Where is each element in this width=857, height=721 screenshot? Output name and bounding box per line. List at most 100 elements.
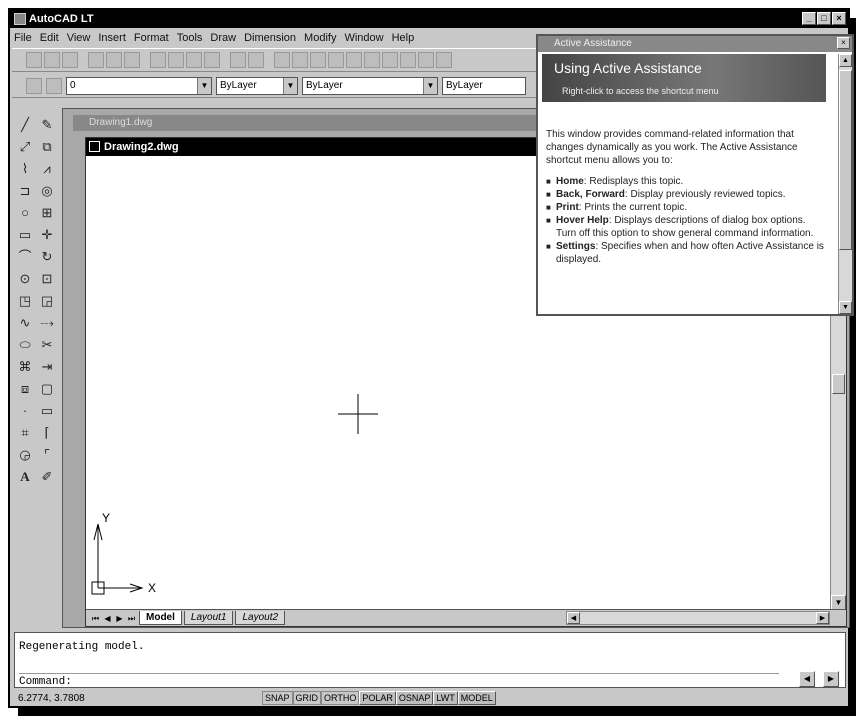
polyline-icon[interactable]: ⌇ <box>16 160 34 178</box>
copy-object-icon[interactable]: ⧉ <box>38 138 56 156</box>
object-snap-icon[interactable] <box>310 52 326 68</box>
menu-help[interactable]: Help <box>392 32 415 44</box>
erase-icon[interactable]: ✎ <box>38 116 56 134</box>
point-icon[interactable]: · <box>16 402 34 420</box>
close-icon[interactable]: × <box>837 37 850 49</box>
insert-block-icon[interactable]: ⌘ <box>16 358 34 376</box>
copy-icon[interactable] <box>168 52 184 68</box>
autocad-app-icon[interactable] <box>14 13 26 25</box>
maximize-button[interactable]: □ <box>817 12 831 25</box>
new-icon[interactable] <box>26 52 42 68</box>
hatch-icon[interactable]: ⌗ <box>16 424 34 442</box>
command-scroll-left-button[interactable]: ◀ <box>799 671 815 687</box>
color-dropdown[interactable]: ByLayer ▼ <box>216 76 298 95</box>
menu-view[interactable]: View <box>67 32 91 44</box>
extend-icon[interactable]: ⇥ <box>38 358 56 376</box>
chevron-down-icon[interactable]: ▼ <box>283 77 297 94</box>
scroll-thumb[interactable] <box>832 374 845 394</box>
prev-tab-icon[interactable]: ◀ <box>102 613 113 624</box>
chevron-down-icon[interactable]: ▼ <box>197 77 211 94</box>
close-button[interactable]: × <box>832 12 846 25</box>
spell-check-icon[interactable] <box>124 52 140 68</box>
menu-modify[interactable]: Modify <box>304 32 336 44</box>
break-icon[interactable]: ▢ <box>38 380 56 398</box>
grid-toggle[interactable]: GRID <box>292 691 322 705</box>
chevron-down-icon[interactable]: ▼ <box>423 77 437 94</box>
osnap-toggle[interactable]: OSNAP <box>395 691 434 705</box>
make-current-icon[interactable] <box>46 77 62 94</box>
next-tab-icon[interactable]: ▶ <box>114 613 125 624</box>
layer-dropdown[interactable]: 0 ▼ <box>66 76 212 95</box>
active-assistance-window[interactable]: Active Assistance × Using Active Assista… <box>536 34 854 316</box>
zoom-realtime-icon[interactable] <box>382 52 398 68</box>
osnap-settings-icon[interactable] <box>346 52 362 68</box>
scroll-up-button[interactable]: ▲ <box>839 54 852 67</box>
donut-icon[interactable]: ⊙ <box>16 270 34 288</box>
assist-titlebar[interactable]: Active Assistance × <box>538 36 852 52</box>
command-scroll-right-button[interactable]: ▶ <box>823 671 839 687</box>
print-icon[interactable] <box>88 52 104 68</box>
rectangle-icon[interactable]: ○ <box>16 204 34 222</box>
cut-icon[interactable] <box>150 52 166 68</box>
snap-icon[interactable] <box>328 52 344 68</box>
menu-format[interactable]: Format <box>134 32 169 44</box>
properties-icon[interactable] <box>436 52 452 68</box>
polygon-icon[interactable]: ⊐ <box>16 182 34 200</box>
scale-icon[interactable]: ⊡ <box>38 270 56 288</box>
title-bar[interactable]: AutoCAD LT _ □ × <box>10 10 848 28</box>
make-block-icon[interactable]: ⧈ <box>16 380 34 398</box>
last-tab-icon[interactable]: ⏭ <box>126 613 137 624</box>
open-icon[interactable] <box>44 52 60 68</box>
fillet-icon[interactable]: ⌜ <box>38 446 56 464</box>
tab-layout2[interactable]: Layout2 <box>235 611 286 625</box>
ortho-toggle[interactable]: ORTHO <box>321 691 360 705</box>
arc-icon[interactable]: ▭ <box>16 226 34 244</box>
lineweight-dropdown[interactable]: ByLayer <box>442 76 526 95</box>
menu-edit[interactable]: Edit <box>40 32 59 44</box>
mirror-icon[interactable]: ⩘ <box>38 160 56 178</box>
coordinate-display[interactable]: 6.2774, 3.7808 <box>14 693 114 704</box>
scroll-right-button[interactable]: ▶ <box>816 612 829 624</box>
spline-icon[interactable]: ∿ <box>16 314 34 332</box>
ellipse-icon[interactable]: ⬭ <box>16 336 34 354</box>
minimize-button[interactable]: _ <box>802 12 816 25</box>
lwt-toggle[interactable]: LWT <box>433 691 458 705</box>
region-icon[interactable]: ◶ <box>16 446 34 464</box>
construction-line-icon[interactable]: ⤢ <box>16 138 34 156</box>
line-icon[interactable]: ╱ <box>16 116 34 134</box>
chamfer-icon[interactable]: ⌈ <box>38 424 56 442</box>
undo-icon[interactable] <box>230 52 246 68</box>
tab-model[interactable]: Model <box>139 611 182 625</box>
menu-insert[interactable]: Insert <box>98 32 126 44</box>
menu-window[interactable]: Window <box>344 32 383 44</box>
match-properties-icon[interactable] <box>204 52 220 68</box>
zoom-previous-icon[interactable] <box>418 52 434 68</box>
trim-icon[interactable]: ✂ <box>38 336 56 354</box>
redo-icon[interactable] <box>248 52 264 68</box>
menu-file[interactable]: File <box>14 32 32 44</box>
menu-draw[interactable]: Draw <box>210 32 236 44</box>
ucs-icon[interactable] <box>292 52 308 68</box>
snap-toggle[interactable]: SNAP <box>262 691 293 705</box>
hyperlink-icon[interactable] <box>274 52 290 68</box>
explode-icon[interactable]: ✐ <box>38 468 56 486</box>
paste-icon[interactable] <box>186 52 202 68</box>
array-icon[interactable]: ⊞ <box>38 204 56 222</box>
scroll-thumb[interactable] <box>839 70 852 250</box>
menu-tools[interactable]: Tools <box>177 32 203 44</box>
polar-toggle[interactable]: POLAR <box>359 691 396 705</box>
lengthen-icon[interactable]: ⤏ <box>38 314 56 332</box>
stretch-icon[interactable]: ◲ <box>38 292 56 310</box>
pan-icon[interactable] <box>364 52 380 68</box>
scroll-down-button[interactable]: ▼ <box>839 301 852 314</box>
menu-dimension[interactable]: Dimension <box>244 32 296 44</box>
zoom-window-icon[interactable] <box>400 52 416 68</box>
rotate-icon[interactable]: ↻ <box>38 248 56 266</box>
command-window[interactable]: Regenerating model. Command: ◀ ▶ <box>14 632 846 688</box>
save-icon[interactable] <box>62 52 78 68</box>
assist-scrollbar[interactable]: ▲ ▼ <box>838 54 852 314</box>
layer-manager-icon[interactable] <box>26 77 42 94</box>
linetype-dropdown[interactable]: ByLayer ▼ <box>302 76 438 95</box>
drawing-horizontal-scrollbar[interactable]: ◀ ▶ <box>566 611 830 625</box>
mtext-icon[interactable]: A <box>16 468 34 486</box>
